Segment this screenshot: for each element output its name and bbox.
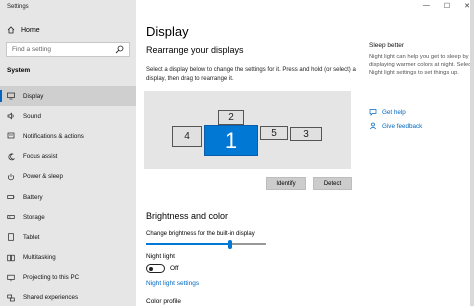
maximize-button[interactable]: ☐ (444, 2, 450, 10)
feedback-icon (369, 122, 377, 130)
sidebar-item-projecting[interactable]: Projecting to this PC (0, 268, 136, 288)
sidebar-item-tablet[interactable]: Tablet (0, 227, 136, 247)
brightness-slider[interactable] (146, 240, 266, 249)
monitor-3[interactable]: 3 (290, 127, 322, 141)
sidebar-item-label: Multitasking (23, 254, 56, 262)
night-light-toggle[interactable] (146, 264, 165, 273)
toggle-knob (149, 266, 153, 271)
sidebar-item-label: Power & sleep (23, 173, 63, 181)
slider-fill (146, 243, 230, 245)
sidebar: Settings Home System Display Sound (0, 0, 136, 306)
minimize-button[interactable]: — (423, 2, 430, 10)
sidebar-item-label: Shared experiences (23, 294, 79, 302)
give-feedback-label: Give feedback (382, 122, 423, 130)
speaker-icon (7, 112, 15, 120)
night-light-settings-link[interactable]: Night light settings (146, 280, 199, 287)
sidebar-item-focus-assist[interactable]: Focus assist (0, 147, 136, 167)
sidebar-item-label: Storage (23, 213, 45, 221)
sidebar-item-display[interactable]: Display (0, 86, 136, 107)
related-pane: Sleep better Night light can help you ge… (369, 42, 474, 130)
sidebar-item-power-sleep[interactable]: Power & sleep (0, 167, 136, 187)
home-button[interactable]: Home (7, 26, 40, 34)
sidebar-item-sound[interactable]: Sound (0, 106, 136, 126)
monitor-1[interactable]: 1 (204, 125, 258, 156)
sleep-better-description: Night light can help you get to sleep by… (369, 54, 473, 76)
monitor-4[interactable]: 4 (172, 126, 202, 147)
get-help-link[interactable]: Get help (369, 108, 406, 116)
scrollbar[interactable] (470, 0, 474, 306)
home-label: Home (21, 26, 40, 34)
give-feedback-link[interactable]: Give feedback (369, 122, 422, 130)
storage-icon (7, 213, 15, 221)
sidebar-item-battery[interactable]: Battery (0, 187, 136, 207)
home-icon (7, 26, 15, 34)
window-title: Settings (7, 4, 29, 10)
sidebar-item-multitasking[interactable]: Multitasking (0, 248, 136, 268)
battery-icon (7, 193, 15, 201)
help-icon (369, 108, 377, 116)
get-help-label: Get help (382, 108, 406, 116)
search-icon[interactable] (115, 45, 124, 54)
sidebar-item-label: Focus assist (23, 153, 58, 161)
shared-icon (7, 294, 15, 302)
sidebar-item-label: Sound (23, 112, 41, 120)
night-light-label: Night light (146, 253, 175, 260)
identify-button[interactable]: Identify (266, 177, 306, 190)
tablet-icon (7, 233, 15, 242)
window-controls: — ☐ ✕ (423, 2, 470, 10)
sidebar-item-label: Tablet (23, 233, 40, 241)
section-label-system: System (7, 67, 31, 74)
search-input[interactable] (12, 46, 115, 53)
moon-icon (7, 153, 15, 161)
notification-icon (7, 132, 15, 140)
sidebar-item-label: Projecting to this PC (23, 274, 80, 282)
sidebar-item-shared-experiences[interactable]: Shared experiences (0, 288, 136, 306)
sidebar-item-label: Battery (23, 193, 43, 201)
power-icon (7, 173, 15, 181)
sidebar-item-label: Notifications & actions (23, 132, 84, 140)
brightness-section-title: Brightness and color (146, 211, 229, 221)
sidebar-item-storage[interactable]: Storage (0, 207, 136, 227)
multitasking-icon (7, 254, 15, 262)
monitor-5[interactable]: 5 (260, 126, 288, 140)
display-arrangement-area[interactable]: 4 2 1 5 3 (144, 91, 351, 169)
page-title: Display (146, 24, 189, 39)
color-profile-label: Color profile (146, 298, 182, 305)
search-box[interactable] (6, 42, 130, 57)
rearrange-description: Select a display below to change the set… (146, 67, 356, 82)
slider-thumb[interactable] (228, 240, 232, 249)
sidebar-item-label: Display (23, 92, 44, 100)
detect-button[interactable]: Detect (313, 177, 352, 190)
nav-list: Display Sound Notifications & actions Fo… (0, 86, 136, 306)
rearrange-title: Rearrange your displays (146, 45, 244, 55)
sleep-better-title: Sleep better (369, 42, 405, 49)
projecting-icon (7, 274, 15, 282)
monitor-icon (7, 92, 15, 100)
brightness-label: Change brightness for the built-in displ… (146, 231, 255, 237)
monitor-2[interactable]: 2 (218, 110, 244, 125)
night-light-state: Off (170, 265, 179, 272)
sidebar-item-notifications[interactable]: Notifications & actions (0, 126, 136, 146)
